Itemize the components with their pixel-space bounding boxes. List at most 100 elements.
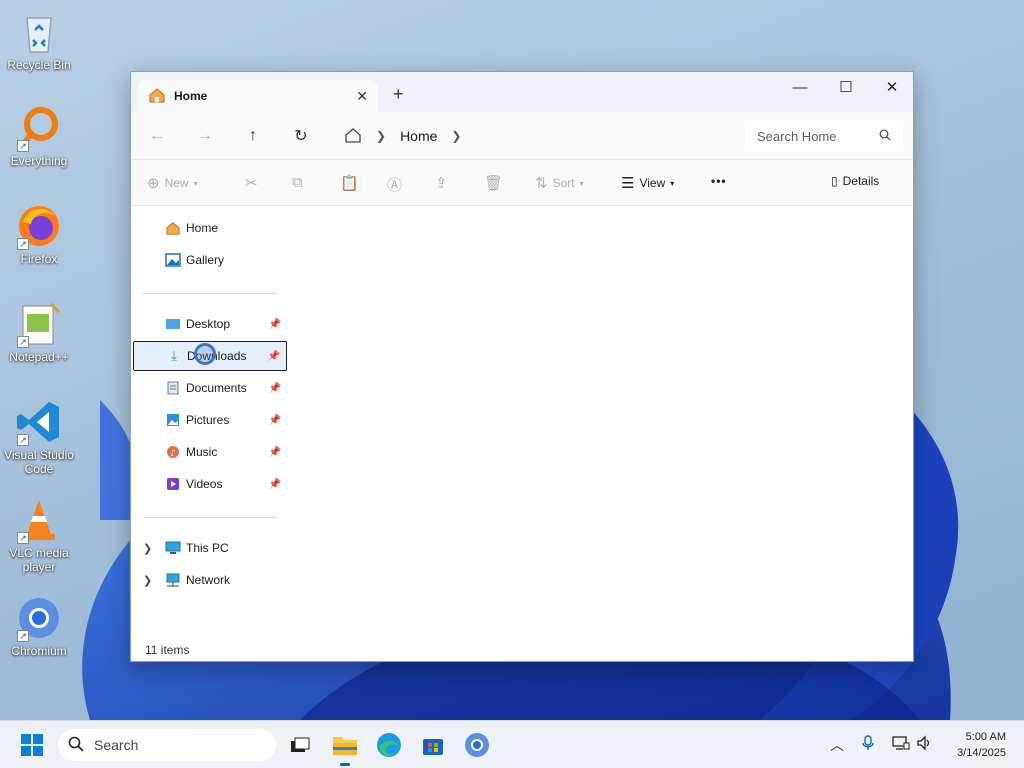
nav-item-music[interactable]: ♪ Music 📌 (133, 437, 287, 467)
nav-item-home[interactable]: Home (133, 213, 287, 243)
search-icon (879, 129, 891, 144)
chevron-down-icon: ▾ (579, 178, 584, 188)
search-input[interactable]: Search Home (745, 120, 903, 152)
search-icon (68, 736, 84, 755)
chromium-icon (465, 733, 489, 757)
desktop-icon-vlc[interactable]: ↗ VLC media player (0, 496, 78, 574)
chevron-right-icon: ❯ (376, 129, 387, 143)
tab-title: Home (174, 89, 208, 103)
chevron-right-icon[interactable]: ❯ (143, 574, 152, 587)
delete-icon[interactable]: 🗑 (484, 174, 503, 192)
desktop-icon-vscode[interactable]: ↗ Visual Studio Code (0, 398, 78, 476)
cut-icon[interactable]: ✂ (245, 174, 258, 192)
chevron-right-icon[interactable]: ❯ (451, 129, 461, 143)
store-icon (423, 739, 443, 755)
nav-divider (143, 293, 277, 294)
music-icon: ♪ (164, 444, 182, 460)
nav-item-desktop[interactable]: Desktop 📌 (133, 309, 287, 339)
desktop-icon-label: Notepad++ (9, 350, 69, 364)
minimize-button[interactable]: — (777, 72, 823, 102)
refresh-icon[interactable]: ↻ (289, 124, 313, 148)
forward-arrow-icon[interactable]: → (193, 124, 217, 148)
nav-item-gallery[interactable]: Gallery (133, 245, 287, 275)
home-icon (148, 87, 166, 106)
close-tab-icon[interactable]: ✕ (356, 88, 368, 105)
sort-button[interactable]: ⇅ Sort ▾ (535, 174, 584, 192)
taskbar-edge[interactable] (373, 729, 405, 761)
close-window-button[interactable]: ✕ (869, 72, 915, 102)
details-button[interactable]: ▯ Details (831, 174, 879, 188)
chevron-down-icon: ▾ (193, 178, 198, 188)
new-button[interactable]: ⊕ New ▾ (147, 174, 198, 192)
view-button[interactable]: ☰ View ▾ (621, 174, 674, 192)
show-hidden-icons-chevron-up-icon[interactable]: ︿ (830, 735, 844, 755)
tab-home[interactable]: Home ✕ (138, 80, 378, 112)
desktop-icon-chromium[interactable]: ↗ Chromium (0, 594, 78, 658)
gallery-icon (164, 252, 182, 268)
mouse-cursor-indicator (194, 343, 216, 365)
taskbar-search-label: Search (94, 737, 139, 753)
network-status-icon[interactable] (892, 735, 910, 754)
rename-icon[interactable]: Ⓐ (387, 174, 402, 195)
back-arrow-icon[interactable]: ← (145, 124, 169, 148)
desktop-icon-everything[interactable]: ↗ Everything (0, 104, 78, 168)
more-options-button[interactable]: ••• (711, 174, 727, 188)
desktop-icon-notepadpp[interactable]: ↗ Notepad++ (0, 300, 78, 364)
desktop-icon-firefox[interactable]: ↗ Firefox (0, 202, 78, 266)
breadcrumb-home[interactable]: Home (400, 128, 437, 144)
desktop-icon-label: Visual Studio Code (4, 448, 74, 476)
taskbar-file-explorer[interactable] (329, 729, 361, 766)
taskbar: Search ︿ 5:00 AM 3/14/2025 (0, 720, 1024, 768)
nav-item-this-pc[interactable]: ❯ This PC (133, 533, 287, 563)
desktop-icon-recycle-bin[interactable]: Recycle Bin (0, 8, 78, 72)
paste-icon[interactable]: 📋 (340, 174, 359, 192)
pin-icon[interactable]: 📌 (269, 319, 281, 330)
taskbar-store[interactable] (417, 729, 449, 761)
documents-icon (164, 380, 182, 396)
shortcut-arrow-icon: ↗ (17, 532, 29, 544)
chevron-right-icon[interactable]: ❯ (143, 542, 152, 555)
new-tab-button[interactable]: + (393, 84, 404, 105)
taskbar-chromium[interactable] (461, 729, 493, 761)
up-arrow-icon[interactable]: ↑ (241, 124, 265, 148)
copy-icon[interactable]: ⧉ (292, 174, 303, 191)
windows-logo-icon (21, 734, 43, 756)
file-list-area[interactable] (291, 206, 913, 633)
address-bar-row: ← → ↑ ↻ ❯ Home ❯ Search Home (131, 112, 913, 160)
pin-icon[interactable]: 📌 (269, 383, 281, 394)
task-view-button[interactable] (284, 729, 316, 761)
chevron-down-icon: ▾ (670, 178, 675, 188)
home-icon (164, 220, 182, 236)
shortcut-arrow-icon: ↗ (17, 630, 29, 642)
nav-item-pictures[interactable]: Pictures 📌 (133, 405, 287, 435)
start-button[interactable] (16, 729, 48, 761)
pin-icon[interactable]: 📌 (268, 351, 280, 362)
maximize-button[interactable]: ☐ (823, 72, 869, 102)
system-clock[interactable]: 5:00 AM 3/14/2025 (957, 729, 1006, 761)
vlc-icon: ↗ (15, 496, 63, 544)
pin-icon[interactable]: 📌 (269, 447, 281, 458)
clock-date: 3/14/2025 (957, 747, 1006, 759)
volume-icon[interactable] (916, 735, 932, 754)
taskbar-search[interactable]: Search (58, 729, 276, 761)
folder-icon (333, 737, 357, 755)
microphone-icon[interactable] (862, 735, 874, 754)
nav-label: Desktop (186, 317, 231, 331)
share-icon[interactable]: ⇪ (435, 174, 448, 192)
nav-item-videos[interactable]: Videos 📌 (133, 469, 287, 499)
edge-icon (377, 733, 401, 757)
home-outline-icon (344, 127, 362, 146)
videos-icon (164, 476, 182, 492)
title-bar: Home ✕ + — ☐ ✕ (131, 72, 913, 112)
pin-icon[interactable]: 📌 (269, 479, 281, 490)
nav-item-documents[interactable]: Documents 📌 (133, 373, 287, 403)
pin-icon[interactable]: 📌 (269, 415, 281, 426)
status-bar: 11 items (131, 638, 913, 662)
desktop-icon-label: Everything (10, 154, 68, 168)
nav-label: Home (186, 221, 219, 235)
desktop-icon-label: Recycle Bin (7, 58, 71, 72)
address-bar[interactable]: ❯ Home ❯ (336, 120, 736, 152)
shortcut-arrow-icon: ↗ (17, 238, 29, 250)
nav-item-network[interactable]: ❯ Network (133, 565, 287, 595)
command-bar: ⊕ New ▾ ✂ ⧉ 📋 Ⓐ ⇪ 🗑 ⇅ Sort ▾ ☰ View ▾ ••… (131, 160, 913, 206)
